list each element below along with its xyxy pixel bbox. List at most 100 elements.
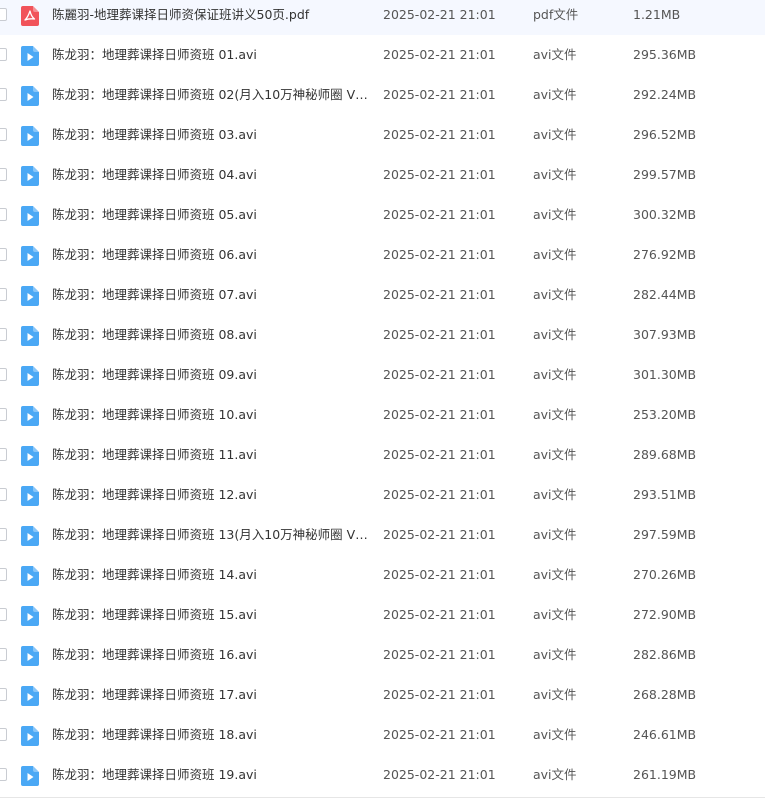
- file-name[interactable]: 陈龙羽：地理葬课择日师资班 08.avi: [52, 325, 370, 345]
- video-icon: [21, 166, 39, 186]
- file-row[interactable]: 陈龙羽：地理葬课择日师资班 18.avi 2025-02-21 21:01 avi文…: [0, 715, 765, 755]
- file-type: avi文件: [533, 127, 577, 142]
- file-name[interactable]: 陈龙羽：地理葬课择日师资班 07.avi: [52, 285, 370, 305]
- row-checkbox[interactable]: [0, 728, 7, 741]
- row-checkbox[interactable]: [0, 768, 7, 781]
- file-modified-time: 2025-02-21 21:01: [383, 767, 496, 782]
- row-checkbox[interactable]: [0, 328, 7, 341]
- file-list: 陈麗羽-地理葬课择日师资保证班讲义50页.pdf 2025-02-21 21:01…: [0, 0, 765, 802]
- video-icon: [21, 686, 39, 706]
- list-bottom-divider: [0, 797, 765, 798]
- file-name[interactable]: 陈龙羽：地理葬课择日师资班 10.avi: [52, 405, 370, 425]
- file-modified-time: 2025-02-21 21:01: [383, 647, 496, 662]
- file-size: 299.57MB: [633, 167, 697, 182]
- file-row[interactable]: 陈龙羽：地理葬课择日师资班 03.avi 2025-02-21 21:01 avi文…: [0, 115, 765, 155]
- row-checkbox[interactable]: [0, 128, 7, 141]
- file-row[interactable]: 陈龙羽：地理葬课择日师资班 14.avi 2025-02-21 21:01 avi文…: [0, 555, 765, 595]
- file-modified-time: 2025-02-21 21:01: [383, 167, 496, 182]
- video-icon: [21, 646, 39, 666]
- file-size: 282.44MB: [633, 287, 697, 302]
- file-modified-time: 2025-02-21 21:01: [383, 207, 496, 222]
- file-name[interactable]: 陈龙羽：地理葬课择日师资班 11.avi: [52, 445, 370, 465]
- file-type: avi文件: [533, 487, 577, 502]
- file-row[interactable]: 陈龙羽：地理葬课择日师资班 07.avi 2025-02-21 21:01 avi文…: [0, 275, 765, 315]
- file-row[interactable]: 陈龙羽：地理葬课择日师资班 06.avi 2025-02-21 21:01 avi文…: [0, 235, 765, 275]
- row-checkbox[interactable]: [0, 48, 7, 61]
- file-row[interactable]: 陈龙羽：地理葬课择日师资班 15.avi 2025-02-21 21:01 avi文…: [0, 595, 765, 635]
- row-checkbox[interactable]: [0, 8, 7, 21]
- file-type: avi文件: [533, 447, 577, 462]
- video-icon: [21, 406, 39, 426]
- file-name[interactable]: 陈龙羽：地理葬课择日师资班 02(月入10万神秘师圈 V信...: [52, 85, 370, 105]
- file-size: 253.20MB: [633, 407, 697, 422]
- file-row[interactable]: 陈龙羽：地理葬课择日师资班 04.avi 2025-02-21 21:01 avi文…: [0, 155, 765, 195]
- file-row[interactable]: 陈龙羽：地理葬课择日师资班 12.avi 2025-02-21 21:01 avi文…: [0, 475, 765, 515]
- video-icon: [21, 566, 39, 586]
- file-modified-time: 2025-02-21 21:01: [383, 47, 496, 62]
- file-row[interactable]: 陈龙羽：地理葬课择日师资班 09.avi 2025-02-21 21:01 avi文…: [0, 355, 765, 395]
- file-name[interactable]: 陈龙羽：地理葬课择日师资班 04.avi: [52, 165, 370, 185]
- row-checkbox[interactable]: [0, 168, 7, 181]
- file-row[interactable]: 陈麗羽-地理葬课择日师资保证班讲义50页.pdf 2025-02-21 21:01…: [0, 0, 765, 35]
- file-modified-time: 2025-02-21 21:01: [383, 287, 496, 302]
- row-checkbox[interactable]: [0, 208, 7, 221]
- file-name[interactable]: 陈龙羽：地理葬课择日师资班 01.avi: [52, 45, 370, 65]
- file-name[interactable]: 陈龙羽：地理葬课择日师资班 15.avi: [52, 605, 370, 625]
- file-type: avi文件: [533, 687, 577, 702]
- row-checkbox[interactable]: [0, 648, 7, 661]
- file-type: avi文件: [533, 207, 577, 222]
- file-size: 293.51MB: [633, 487, 697, 502]
- file-row[interactable]: 陈龙羽：地理葬课择日师资班 16.avi 2025-02-21 21:01 avi文…: [0, 635, 765, 675]
- file-modified-time: 2025-02-21 21:01: [383, 407, 496, 422]
- file-name[interactable]: 陈麗羽-地理葬课择日师资保证班讲义50页.pdf: [52, 5, 370, 25]
- row-checkbox[interactable]: [0, 368, 7, 381]
- file-name[interactable]: 陈龙羽：地理葬课择日师资班 13(月入10万神秘师圈 V信...: [52, 525, 370, 545]
- video-icon: [21, 86, 39, 106]
- file-name[interactable]: 陈龙羽：地理葬课择日师资班 19.avi: [52, 765, 370, 785]
- file-row[interactable]: 陈龙羽：地理葬课择日师资班 01.avi 2025-02-21 21:01 avi文…: [0, 35, 765, 75]
- row-checkbox[interactable]: [0, 248, 7, 261]
- file-row[interactable]: 陈龙羽：地理葬课择日师资班 10.avi 2025-02-21 21:01 avi文…: [0, 395, 765, 435]
- file-size: 272.90MB: [633, 607, 697, 622]
- file-size: 246.61MB: [633, 727, 697, 742]
- file-name[interactable]: 陈龙羽：地理葬课择日师资班 16.avi: [52, 645, 370, 665]
- file-type: avi文件: [533, 727, 577, 742]
- file-row[interactable]: 陈龙羽：地理葬课择日师资班 05.avi 2025-02-21 21:01 avi文…: [0, 195, 765, 235]
- file-type: avi文件: [533, 247, 577, 262]
- file-name[interactable]: 陈龙羽：地理葬课择日师资班 09.avi: [52, 365, 370, 385]
- row-checkbox[interactable]: [0, 608, 7, 621]
- row-checkbox[interactable]: [0, 88, 7, 101]
- file-name[interactable]: 陈龙羽：地理葬课择日师资班 17.avi: [52, 685, 370, 705]
- file-modified-time: 2025-02-21 21:01: [383, 447, 496, 462]
- file-modified-time: 2025-02-21 21:01: [383, 327, 496, 342]
- file-name[interactable]: 陈龙羽：地理葬课择日师资班 03.avi: [52, 125, 370, 145]
- file-type: avi文件: [533, 607, 577, 622]
- file-name[interactable]: 陈龙羽：地理葬课择日师资班 05.avi: [52, 205, 370, 225]
- row-checkbox[interactable]: [0, 488, 7, 501]
- row-checkbox[interactable]: [0, 528, 7, 541]
- file-name[interactable]: 陈龙羽：地理葬课择日师资班 18.avi: [52, 725, 370, 745]
- row-checkbox[interactable]: [0, 448, 7, 461]
- row-checkbox[interactable]: [0, 568, 7, 581]
- file-type: avi文件: [533, 327, 577, 342]
- file-name[interactable]: 陈龙羽：地理葬课择日师资班 12.avi: [52, 485, 370, 505]
- file-row[interactable]: 陈龙羽：地理葬课择日师资班 02(月入10万神秘师圈 V信... 2025-02-…: [0, 75, 765, 115]
- video-icon: [21, 526, 39, 546]
- file-type: avi文件: [533, 367, 577, 382]
- file-row[interactable]: 陈龙羽：地理葬课择日师资班 17.avi 2025-02-21 21:01 avi文…: [0, 675, 765, 715]
- file-row[interactable]: 陈龙羽：地理葬课择日师资班 08.avi 2025-02-21 21:01 avi文…: [0, 315, 765, 355]
- file-row[interactable]: 陈龙羽：地理葬课择日师资班 19.avi 2025-02-21 21:01 avi文…: [0, 755, 765, 795]
- row-checkbox[interactable]: [0, 288, 7, 301]
- file-row[interactable]: 陈龙羽：地理葬课择日师资班 13(月入10万神秘师圈 V信... 2025-02-…: [0, 515, 765, 555]
- file-modified-time: 2025-02-21 21:01: [383, 487, 496, 502]
- video-icon: [21, 726, 39, 746]
- video-icon: [21, 326, 39, 346]
- row-checkbox[interactable]: [0, 688, 7, 701]
- file-size: 300.32MB: [633, 207, 697, 222]
- file-type: avi文件: [533, 167, 577, 182]
- file-type: avi文件: [533, 407, 577, 422]
- file-name[interactable]: 陈龙羽：地理葬课择日师资班 06.avi: [52, 245, 370, 265]
- row-checkbox[interactable]: [0, 408, 7, 421]
- file-name[interactable]: 陈龙羽：地理葬课择日师资班 14.avi: [52, 565, 370, 585]
- file-row[interactable]: 陈龙羽：地理葬课择日师资班 11.avi 2025-02-21 21:01 avi文…: [0, 435, 765, 475]
